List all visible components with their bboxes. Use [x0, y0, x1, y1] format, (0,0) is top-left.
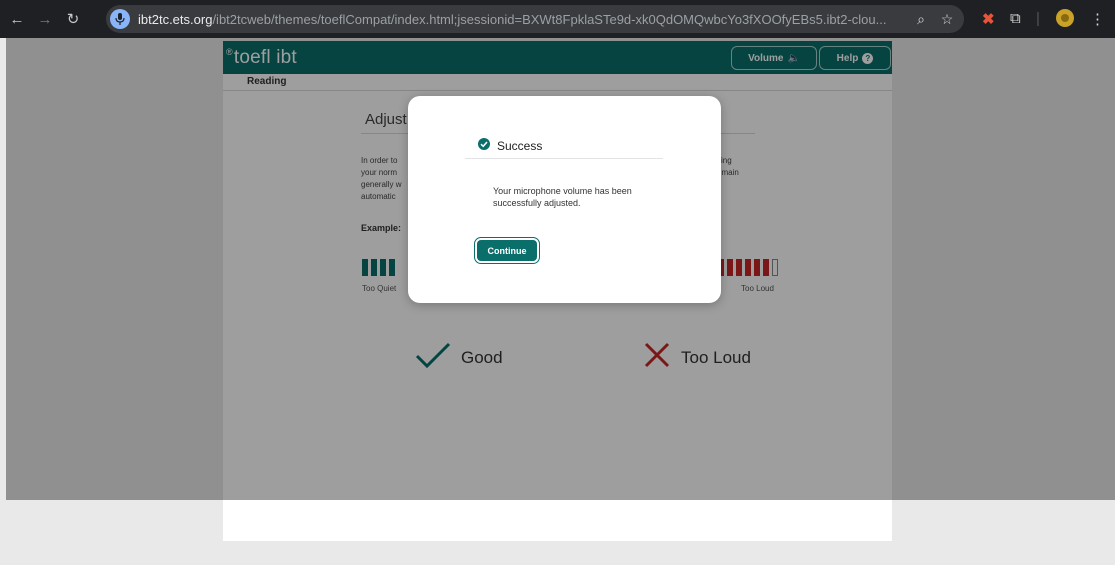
extension-x-icon[interactable]: ✖	[982, 10, 995, 28]
url-host: ibt2tc.ets.org	[138, 11, 213, 27]
url-text[interactable]: ibt2tc.ets.org/ibt2tcweb/themes/toeflCom…	[138, 12, 908, 27]
url-path: /ibt2tcweb/themes/toeflCompat/index.html…	[212, 11, 887, 27]
continue-button[interactable]: Continue	[474, 237, 540, 264]
forward-icon[interactable]: →	[34, 11, 56, 28]
bookmark-star-icon[interactable]: ☆	[934, 11, 960, 28]
dialog-divider	[465, 158, 663, 159]
dialog-title: Success	[478, 138, 542, 153]
profile-avatar-icon[interactable]	[1056, 9, 1074, 31]
dialog-message: Your microphone volume has been successf…	[493, 186, 632, 208]
extensions-puzzle-icon[interactable]: ⧉	[1010, 10, 1021, 27]
success-dialog: Success Your microphone volume has been …	[408, 96, 721, 303]
address-bar[interactable]: ibt2tc.ets.org/ibt2tcweb/themes/toeflCom…	[106, 5, 964, 33]
toolbar-divider: |	[1036, 10, 1040, 27]
reload-icon[interactable]: ↻	[62, 10, 84, 28]
zoom-icon[interactable]: ⌕	[908, 11, 934, 28]
browser-toolbar: ← → ↻ ibt2tc.ets.org/ibt2tcweb/themes/to…	[0, 0, 1115, 38]
back-icon[interactable]: ←	[6, 11, 28, 28]
mic-site-icon[interactable]	[110, 9, 130, 29]
menu-kebab-icon[interactable]: ⋮	[1090, 10, 1105, 28]
dialog-title-text: Success	[497, 138, 543, 153]
success-check-icon	[478, 138, 490, 153]
